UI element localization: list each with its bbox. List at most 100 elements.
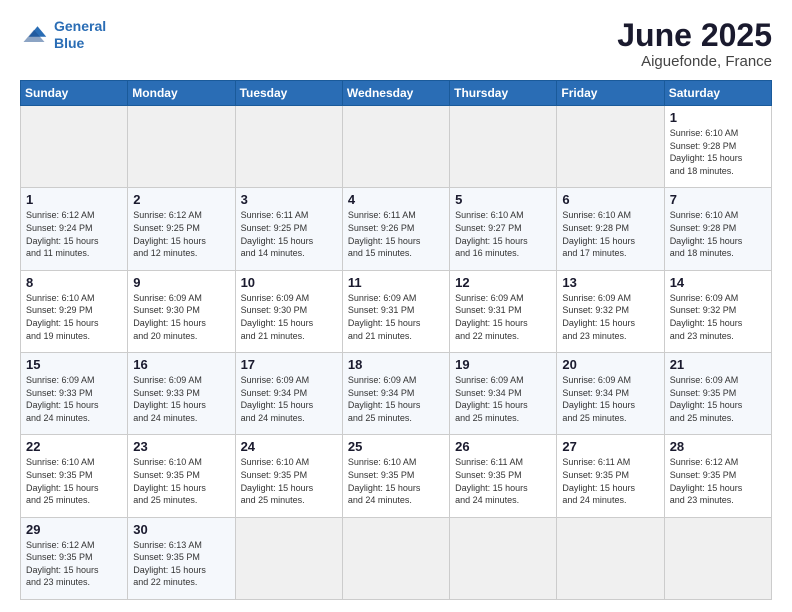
day-info: Sunrise: 6:10 AMSunset: 9:29 PMDaylight:… [26, 292, 122, 342]
day-number: 2 [133, 192, 229, 207]
table-cell: 1 Sunrise: 6:12 AMSunset: 9:24 PMDaylight… [21, 188, 128, 270]
day-info: Sunrise: 6:11 AMSunset: 9:25 PMDaylight:… [241, 209, 337, 259]
table-cell: 15 Sunrise: 6:09 AMSunset: 9:33 PMDayligh… [21, 353, 128, 435]
day-number: 21 [670, 357, 766, 372]
day-number: 15 [26, 357, 122, 372]
table-cell: 3 Sunrise: 6:11 AMSunset: 9:25 PMDaylight… [235, 188, 342, 270]
table-cell: 29Sunrise: 6:12 AMSunset: 9:35 PMDayligh… [21, 517, 128, 599]
logo-line2: Blue [54, 35, 84, 51]
table-cell [128, 106, 235, 188]
day-number: 22 [26, 439, 122, 454]
day-number: 26 [455, 439, 551, 454]
day-number: 5 [455, 192, 551, 207]
table-cell [342, 517, 449, 599]
col-monday: Monday [128, 81, 235, 106]
table-cell: 22 Sunrise: 6:10 AMSunset: 9:35 PMDayligh… [21, 435, 128, 517]
day-number: 9 [133, 275, 229, 290]
day-info: Sunrise: 6:10 AMSunset: 9:35 PMDaylight:… [241, 456, 337, 506]
table-cell: 26Sunrise: 6:11 AMSunset: 9:35 PMDayligh… [450, 435, 557, 517]
table-cell: 19Sunrise: 6:09 AMSunset: 9:34 PMDayligh… [450, 353, 557, 435]
table-cell: 12Sunrise: 6:09 AMSunset: 9:31 PMDayligh… [450, 270, 557, 352]
day-number: 23 [133, 439, 229, 454]
month-title: June 2025 [617, 18, 772, 53]
day-info: Sunrise: 6:09 AMSunset: 9:34 PMDaylight:… [241, 374, 337, 424]
day-info: Sunrise: 6:09 AMSunset: 9:35 PMDaylight:… [670, 374, 766, 424]
day-number: 3 [241, 192, 337, 207]
day-number: 1 [670, 110, 766, 125]
day-number: 7 [670, 192, 766, 207]
day-info: Sunrise: 6:09 AMSunset: 9:34 PMDaylight:… [348, 374, 444, 424]
table-cell: 2Sunrise: 6:12 AMSunset: 9:25 PMDaylight… [128, 188, 235, 270]
logo-icon [20, 21, 48, 49]
calendar-table: Sunday Monday Tuesday Wednesday Thursday… [20, 80, 772, 600]
day-number: 4 [348, 192, 444, 207]
table-cell [557, 106, 664, 188]
col-thursday: Thursday [450, 81, 557, 106]
day-number: 1 [26, 192, 122, 207]
day-info: Sunrise: 6:09 AMSunset: 9:32 PMDaylight:… [562, 292, 658, 342]
day-info: Sunrise: 6:11 AMSunset: 9:35 PMDaylight:… [562, 456, 658, 506]
header: General Blue June 2025 Aiguefonde, Franc… [20, 18, 772, 70]
table-cell [664, 517, 771, 599]
day-info: Sunrise: 6:10 AMSunset: 9:35 PMDaylight:… [26, 456, 122, 506]
day-info: Sunrise: 6:09 AMSunset: 9:34 PMDaylight:… [455, 374, 551, 424]
day-info: Sunrise: 6:12 AMSunset: 9:35 PMDaylight:… [670, 456, 766, 506]
day-number: 13 [562, 275, 658, 290]
table-cell: 11 Sunrise: 6:09 AMSunset: 9:31 PMDayligh… [342, 270, 449, 352]
day-number: 24 [241, 439, 337, 454]
logo-line1: General [54, 18, 106, 34]
day-info: Sunrise: 6:10 AMSunset: 9:28 PMDaylight:… [562, 209, 658, 259]
day-number: 10 [241, 275, 337, 290]
day-info: Sunrise: 6:09 AMSunset: 9:33 PMDaylight:… [133, 374, 229, 424]
table-cell: 20 Sunrise: 6:09 AMSunset: 9:34 PMDayligh… [557, 353, 664, 435]
col-wednesday: Wednesday [342, 81, 449, 106]
day-info: Sunrise: 6:12 AMSunset: 9:24 PMDaylight:… [26, 209, 122, 259]
table-cell: 14Sunrise: 6:09 AMSunset: 9:32 PMDayligh… [664, 270, 771, 352]
table-cell: 6Sunrise: 6:10 AMSunset: 9:28 PMDaylight… [557, 188, 664, 270]
table-cell: 4 Sunrise: 6:11 AMSunset: 9:26 PMDaylight… [342, 188, 449, 270]
title-block: June 2025 Aiguefonde, France [617, 18, 772, 70]
day-info: Sunrise: 6:09 AMSunset: 9:31 PMDaylight:… [348, 292, 444, 342]
week-row: 22 Sunrise: 6:10 AMSunset: 9:35 PMDayligh… [21, 435, 772, 517]
table-cell: 10 Sunrise: 6:09 AMSunset: 9:30 PMDayligh… [235, 270, 342, 352]
table-cell: 23 Sunrise: 6:10 AMSunset: 9:35 PMDayligh… [128, 435, 235, 517]
table-cell: 18 Sunrise: 6:09 AMSunset: 9:34 PMDayligh… [342, 353, 449, 435]
table-cell [21, 106, 128, 188]
table-cell [342, 106, 449, 188]
day-info: Sunrise: 6:10 AMSunset: 9:28 PMDaylight:… [670, 127, 766, 177]
day-info: Sunrise: 6:10 AMSunset: 9:35 PMDaylight:… [133, 456, 229, 506]
table-cell [235, 106, 342, 188]
day-number: 17 [241, 357, 337, 372]
day-number: 14 [670, 275, 766, 290]
day-number: 16 [133, 357, 229, 372]
day-number: 18 [348, 357, 444, 372]
day-number: 29 [26, 522, 122, 537]
day-info: Sunrise: 6:10 AMSunset: 9:28 PMDaylight:… [670, 209, 766, 259]
day-number: 20 [562, 357, 658, 372]
day-number: 8 [26, 275, 122, 290]
table-cell: 17 Sunrise: 6:09 AMSunset: 9:34 PMDayligh… [235, 353, 342, 435]
table-cell: 16 Sunrise: 6:09 AMSunset: 9:33 PMDayligh… [128, 353, 235, 435]
table-cell: 21 Sunrise: 6:09 AMSunset: 9:35 PMDayligh… [664, 353, 771, 435]
day-info: Sunrise: 6:09 AMSunset: 9:31 PMDaylight:… [455, 292, 551, 342]
day-info: Sunrise: 6:09 AMSunset: 9:34 PMDaylight:… [562, 374, 658, 424]
day-info: Sunrise: 6:09 AMSunset: 9:33 PMDaylight:… [26, 374, 122, 424]
table-cell: 25Sunrise: 6:10 AMSunset: 9:35 PMDayligh… [342, 435, 449, 517]
day-info: Sunrise: 6:09 AMSunset: 9:30 PMDaylight:… [241, 292, 337, 342]
day-info: Sunrise: 6:10 AMSunset: 9:27 PMDaylight:… [455, 209, 551, 259]
table-cell [557, 517, 664, 599]
table-cell: 30Sunrise: 6:13 AMSunset: 9:35 PMDayligh… [128, 517, 235, 599]
day-number: 25 [348, 439, 444, 454]
day-info: Sunrise: 6:11 AMSunset: 9:26 PMDaylight:… [348, 209, 444, 259]
day-number: 11 [348, 275, 444, 290]
col-sunday: Sunday [21, 81, 128, 106]
day-number: 28 [670, 439, 766, 454]
day-info: Sunrise: 6:13 AMSunset: 9:35 PMDaylight:… [133, 539, 229, 589]
week-row: 1 Sunrise: 6:10 AMSunset: 9:28 PMDaylight… [21, 106, 772, 188]
col-friday: Friday [557, 81, 664, 106]
day-number: 27 [562, 439, 658, 454]
calendar-header-row: Sunday Monday Tuesday Wednesday Thursday… [21, 81, 772, 106]
col-tuesday: Tuesday [235, 81, 342, 106]
table-cell [235, 517, 342, 599]
table-cell: 27 Sunrise: 6:11 AMSunset: 9:35 PMDayligh… [557, 435, 664, 517]
